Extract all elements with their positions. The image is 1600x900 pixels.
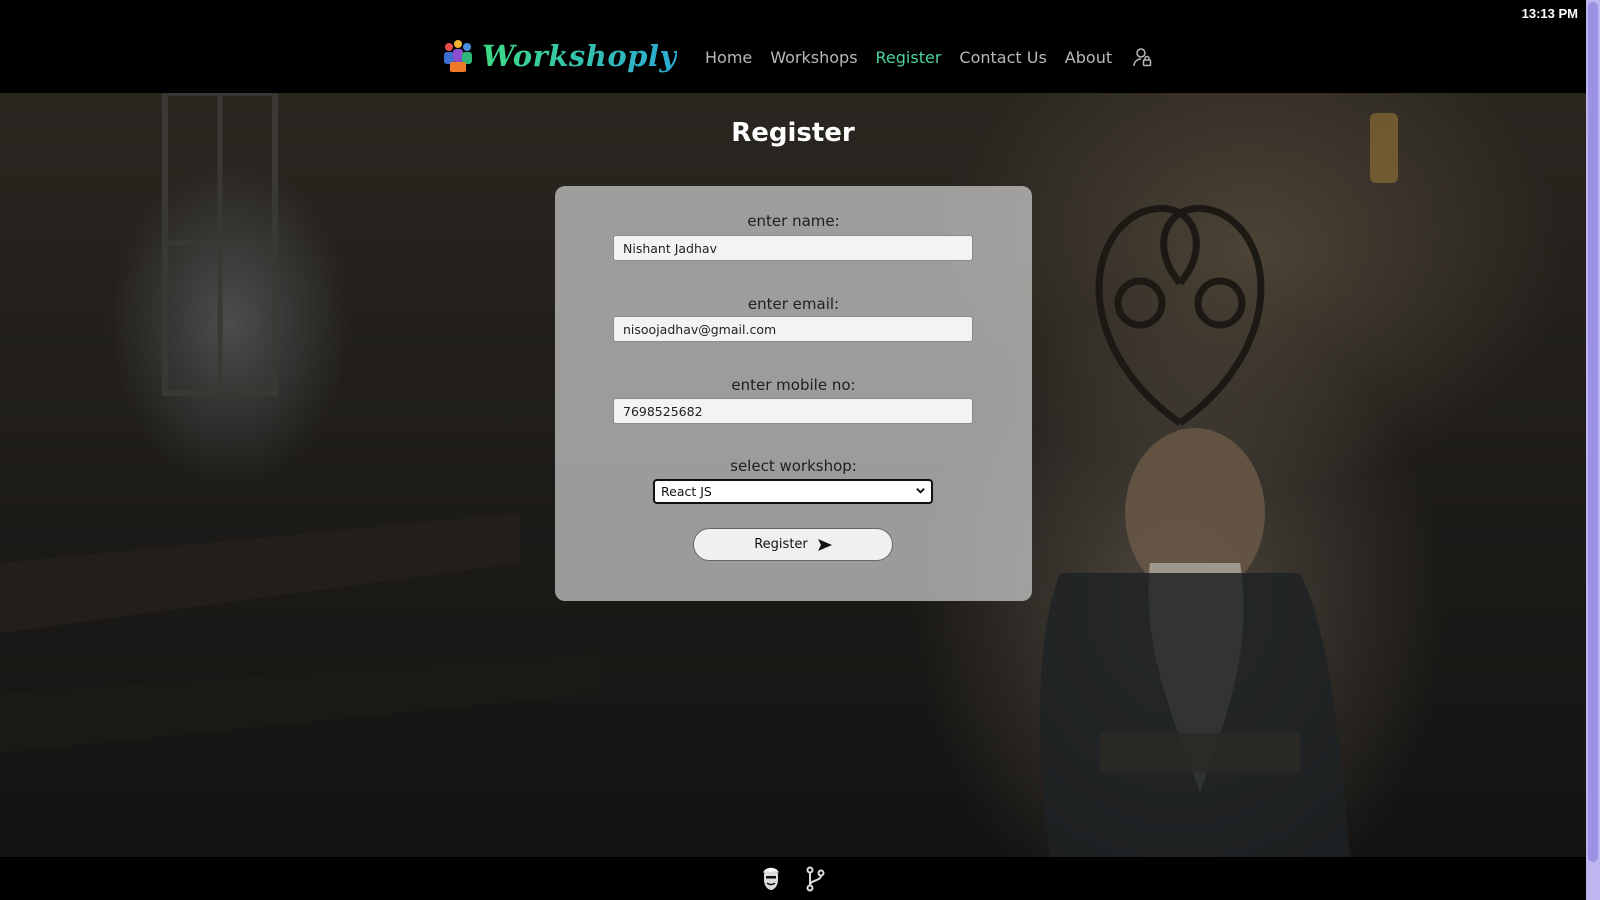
register-button[interactable]: Register [693,528,893,561]
main-nav: Home Workshops Register Contact Us About [705,47,1152,67]
email-label: enter email: [747,295,840,313]
nav-item-contact-us[interactable]: Contact Us [959,48,1046,67]
page-title: Register [731,118,855,148]
footer [0,857,1586,900]
nav-item-register[interactable]: Register [876,48,942,67]
name-label: enter name: [747,212,840,230]
email-field[interactable] [613,316,973,342]
workshop-people-icon [444,40,472,72]
user-lock-icon[interactable] [1132,47,1152,67]
send-icon [817,538,832,551]
nav-item-workshops[interactable]: Workshops [770,48,857,67]
chevron-down-icon [916,488,925,494]
nav-item-home[interactable]: Home [705,48,752,67]
brand-logo[interactable]: Workshoply [440,38,677,74]
scrollbar-thumb[interactable] [1588,2,1598,862]
mobile-label: enter mobile no: [731,376,856,394]
mobile-field[interactable] [613,398,973,424]
nav-item-about[interactable]: About [1065,48,1112,67]
register-form: enter name: enter email: enter mobile no… [555,186,1032,601]
workshop-label: select workshop: [730,457,857,475]
name-field[interactable] [613,235,973,261]
brand-name: Workshoply [482,39,677,73]
status-clock: 13:13 PM [1521,6,1578,21]
register-button-label: Register [754,537,808,552]
developer-avatar-icon[interactable] [759,865,783,893]
git-branch-icon[interactable] [803,865,827,893]
workshop-select-value: React JS [661,484,712,499]
workshop-select[interactable]: React JS [653,479,933,504]
top-navbar: Workshoply Home Workshops Register Conta… [0,0,1586,93]
page-scrollbar[interactable] [1586,0,1600,900]
